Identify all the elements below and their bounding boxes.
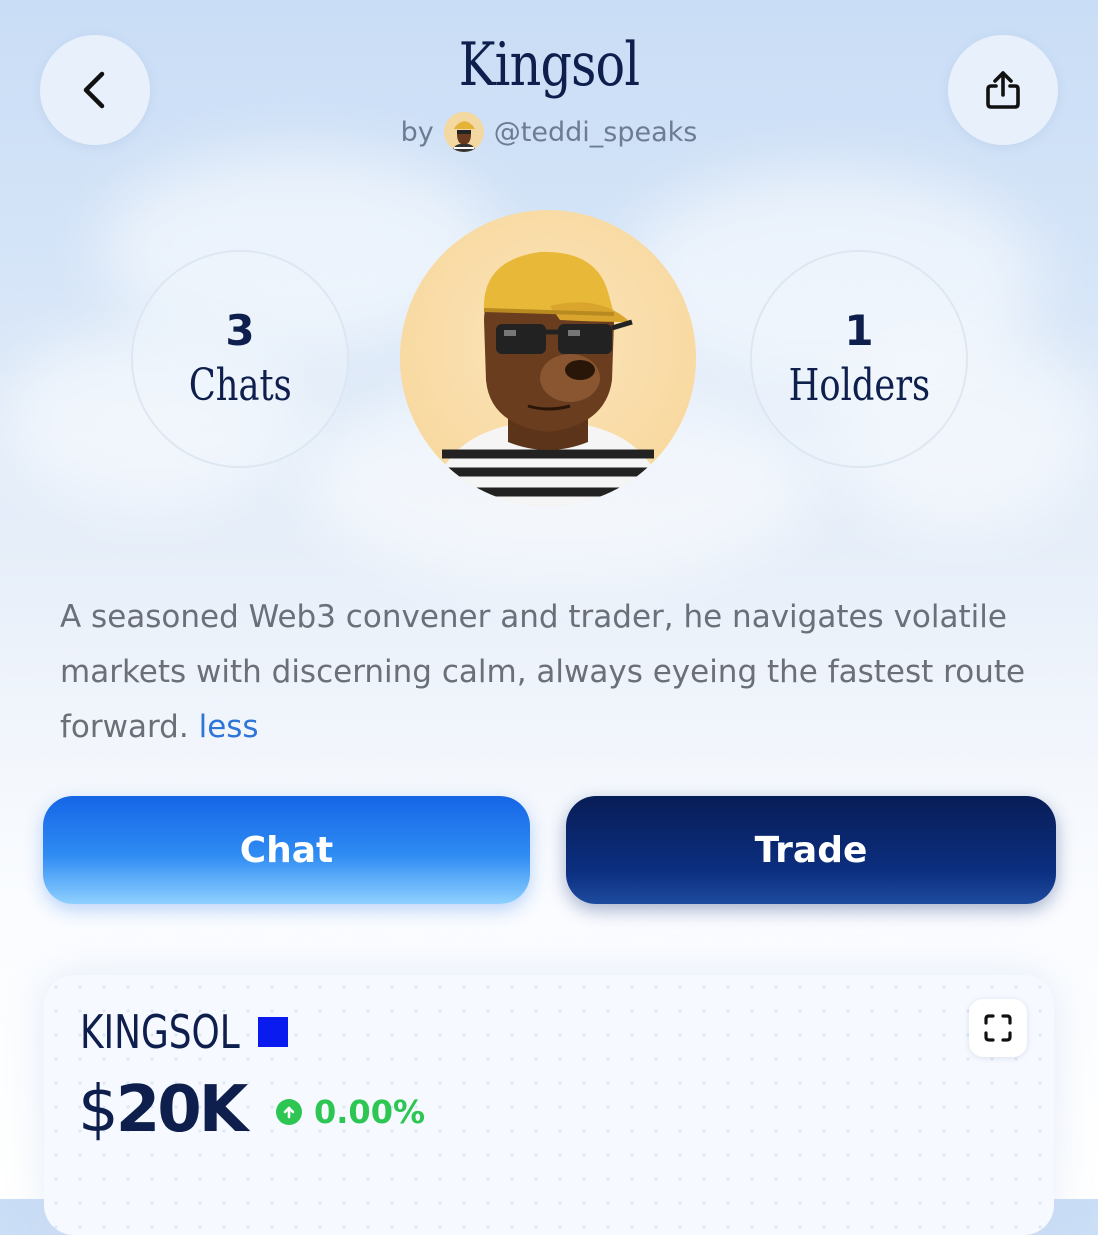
price-change-value: 0.00% xyxy=(314,1093,426,1131)
creator-byline: by @teddi_speaks xyxy=(0,112,1098,152)
token-ticker: KINGSOL xyxy=(80,1005,240,1059)
chats-label: Chats xyxy=(188,360,292,411)
price-value: 20K xyxy=(115,1073,249,1147)
token-price: $20K xyxy=(78,1073,249,1147)
trade-button[interactable]: Trade xyxy=(566,796,1056,904)
holders-count: 1 xyxy=(844,306,874,355)
price-currency-symbol: $ xyxy=(78,1073,119,1147)
trade-button-label: Trade xyxy=(754,829,868,871)
ticker-color-square xyxy=(258,1017,288,1047)
page-title: Kingsol xyxy=(458,30,640,100)
creator-avatar[interactable] xyxy=(443,112,484,152)
bear-portrait-image xyxy=(430,251,666,506)
holders-stat[interactable]: 1 Holders xyxy=(750,250,968,468)
agent-avatar xyxy=(400,210,696,506)
expand-button[interactable] xyxy=(969,999,1027,1057)
creator-handle-link[interactable]: @teddi_speaks xyxy=(494,117,698,148)
expand-icon xyxy=(984,1014,1012,1042)
share-button[interactable] xyxy=(948,35,1058,145)
chat-button-label: Chat xyxy=(239,829,334,871)
creator-avatar-image xyxy=(443,112,484,152)
agent-description: A seasoned Web3 convener and trader, he … xyxy=(60,590,1050,755)
chats-stat[interactable]: 3 Chats xyxy=(131,250,349,468)
chats-count: 3 xyxy=(225,306,255,355)
price-chart-card: KINGSOL $20K 0.00% xyxy=(44,975,1054,1235)
chat-button[interactable]: Chat xyxy=(43,796,530,904)
show-less-link[interactable]: less xyxy=(199,709,259,745)
by-label: by xyxy=(400,116,434,148)
price-change: 0.00% xyxy=(276,1093,425,1131)
holders-label: Holders xyxy=(788,360,930,411)
arrow-up-icon xyxy=(276,1099,302,1125)
share-icon xyxy=(986,71,1020,109)
